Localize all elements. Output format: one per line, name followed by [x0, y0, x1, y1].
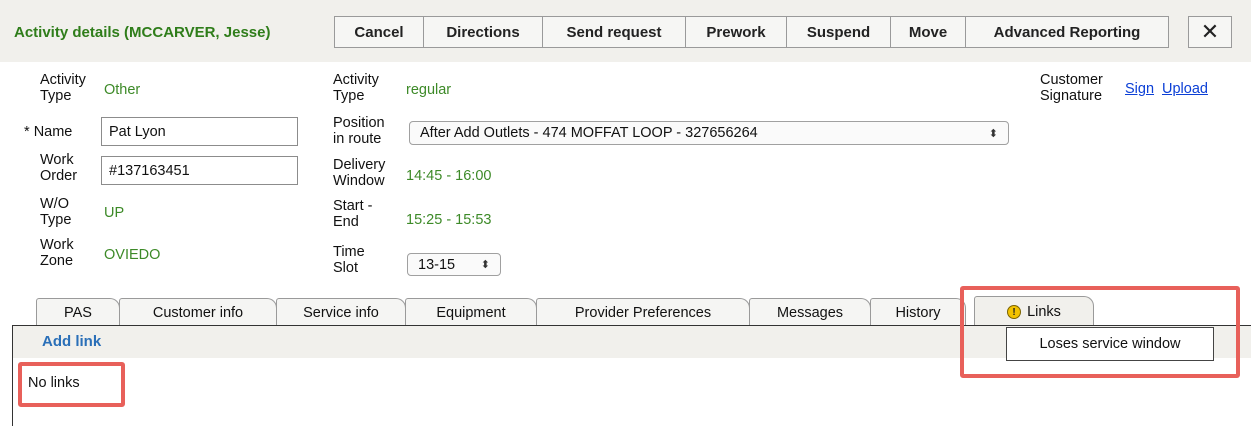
page-title: Activity details (MCCARVER, Jesse): [14, 24, 271, 41]
add-link-button[interactable]: Add link: [42, 333, 101, 350]
wo-type-label: W/O Type: [40, 196, 72, 228]
tab-equipment[interactable]: Equipment: [405, 298, 537, 326]
wo-type-value: UP: [104, 205, 125, 221]
start-end-value: 15:25 - 15:53: [406, 212, 492, 228]
close-icon: ✕: [1200, 19, 1220, 44]
sign-link[interactable]: Sign: [1125, 81, 1154, 97]
activity-type-mid-value: regular: [406, 82, 452, 98]
tab-customer-info[interactable]: Customer info: [119, 298, 277, 326]
tab-history[interactable]: History: [870, 298, 966, 326]
time-slot-label: Time Slot: [333, 244, 365, 276]
close-button[interactable]: ✕: [1188, 16, 1232, 48]
move-button[interactable]: Move: [890, 16, 966, 48]
position-in-route-label: Position in route: [333, 115, 385, 147]
activity-type-label: Activity Type: [40, 72, 86, 104]
delivery-window-label: Delivery Window: [333, 157, 386, 189]
position-in-route-value: After Add Outlets - 474 MOFFAT LOOP - 32…: [420, 125, 758, 141]
send-request-button[interactable]: Send request: [542, 16, 686, 48]
suspend-button[interactable]: Suspend: [786, 16, 891, 48]
updown-caret-icon: ⬍: [480, 259, 490, 271]
tab-pas[interactable]: PAS: [36, 298, 120, 326]
prework-button[interactable]: Prework: [685, 16, 787, 48]
work-order-input[interactable]: #137163451: [101, 156, 298, 185]
tab-service-info[interactable]: Service info: [276, 298, 406, 326]
work-order-label: Work Order: [40, 152, 78, 184]
time-slot-select[interactable]: 13-15 ⬍: [407, 253, 501, 276]
position-in-route-select[interactable]: After Add Outlets - 474 MOFFAT LOOP - 32…: [409, 121, 1009, 145]
work-zone-value: OVIEDO: [104, 247, 161, 263]
upload-link[interactable]: Upload: [1162, 81, 1208, 97]
links-tab-highlight: [960, 286, 1240, 378]
time-slot-value: 13-15: [418, 256, 456, 273]
work-zone-label: Work Zone: [40, 237, 74, 269]
advanced-reporting-button[interactable]: Advanced Reporting: [965, 16, 1169, 48]
no-links-highlight: [18, 362, 125, 407]
start-end-label: Start - End: [333, 198, 373, 230]
delivery-window-value: 14:45 - 16:00: [406, 168, 492, 184]
updown-caret-icon: ⬍: [988, 127, 998, 140]
tab-provider-preferences[interactable]: Provider Preferences: [536, 298, 750, 326]
name-label: * Name: [24, 124, 73, 140]
tab-messages[interactable]: Messages: [749, 298, 871, 326]
activity-type-mid-label: Activity Type: [333, 72, 379, 104]
activity-type-value: Other: [104, 82, 141, 98]
directions-button[interactable]: Directions: [423, 16, 543, 48]
name-input[interactable]: Pat Lyon: [101, 117, 298, 146]
cancel-button[interactable]: Cancel: [334, 16, 424, 48]
customer-signature-label: Customer Signature: [1040, 72, 1103, 104]
